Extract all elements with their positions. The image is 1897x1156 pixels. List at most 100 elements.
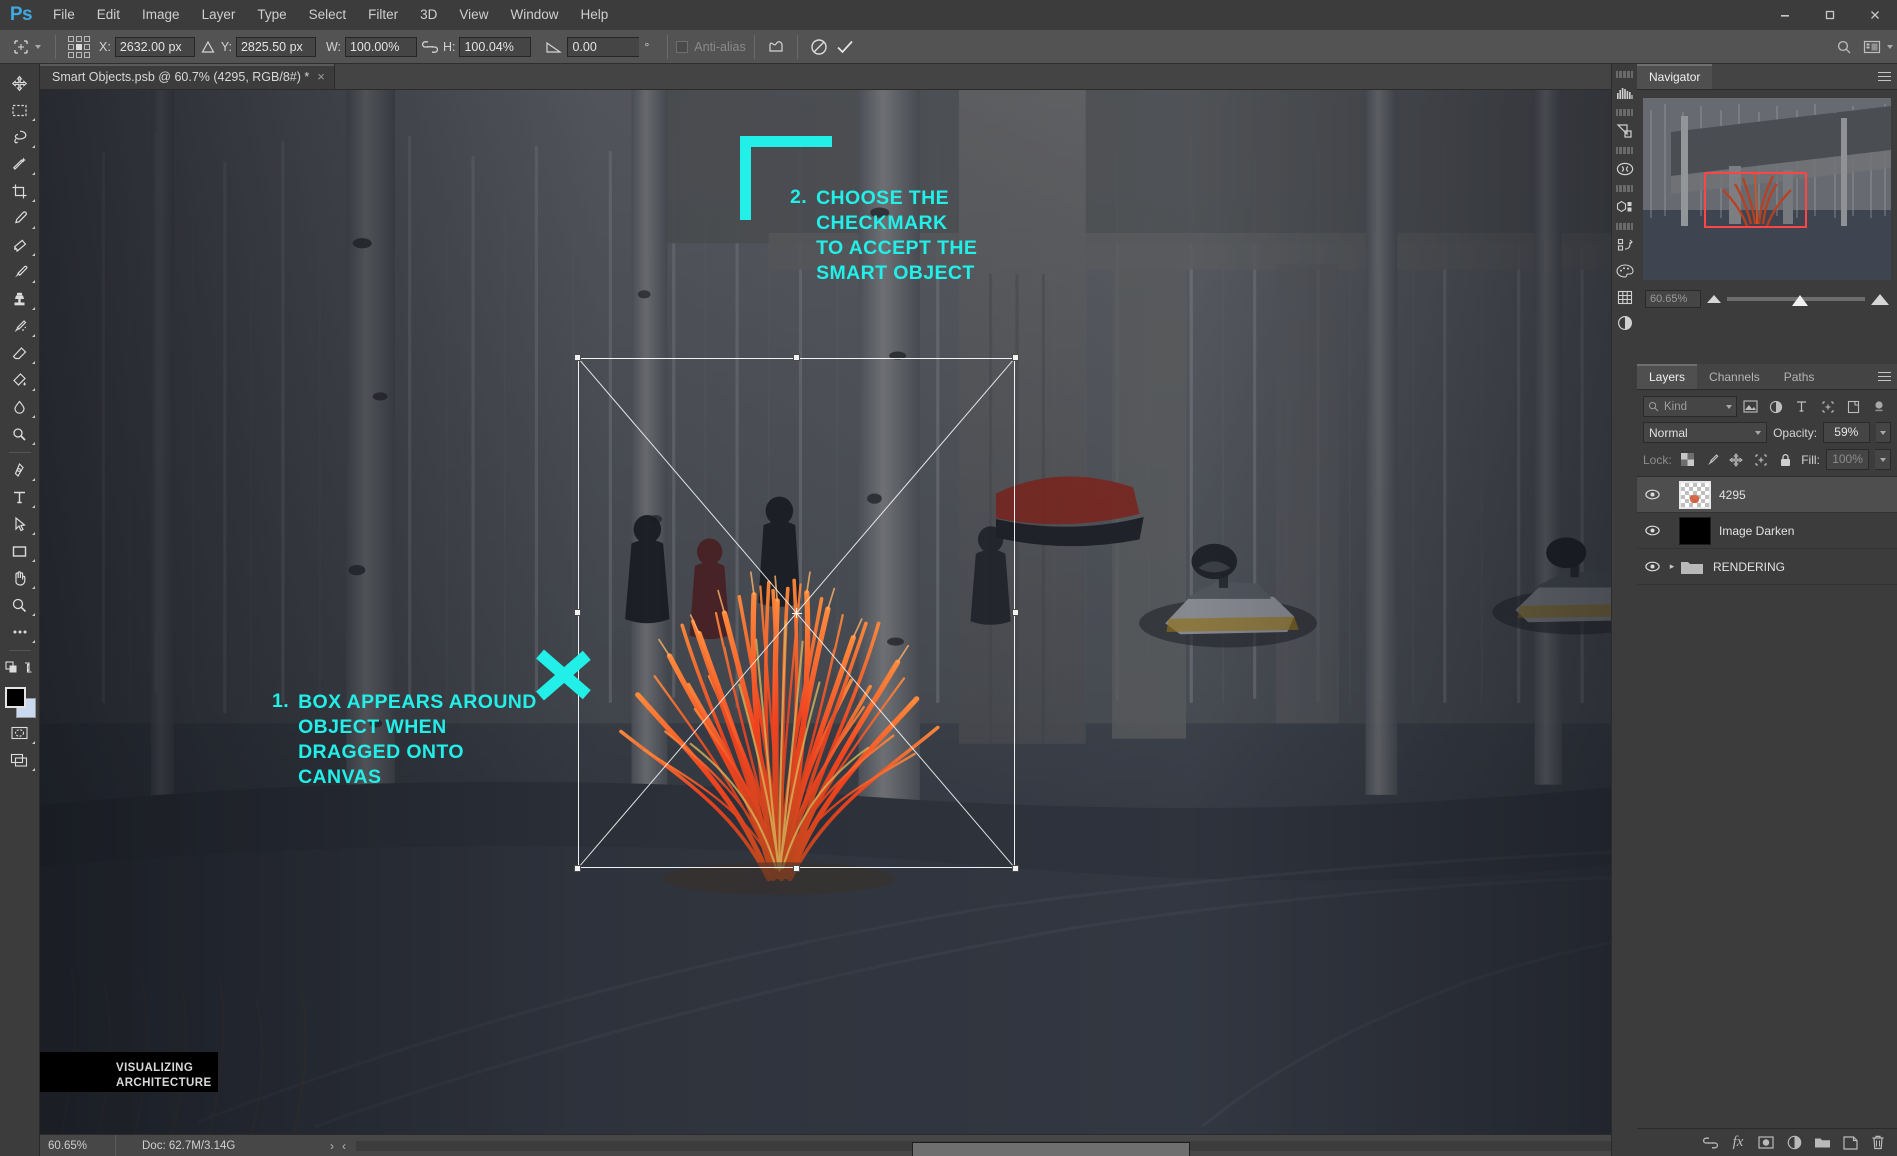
filter-toggle-icon[interactable]: [1867, 396, 1891, 417]
opacity-value[interactable]: 59%: [1823, 422, 1870, 443]
tool-spot-healing-brush[interactable]: [3, 232, 37, 258]
new-layer-icon[interactable]: [1837, 1130, 1863, 1156]
blend-mode-select[interactable]: Normal: [1643, 422, 1768, 443]
menu-select[interactable]: Select: [298, 0, 358, 30]
tool-clone-stamp[interactable]: [3, 286, 37, 312]
type-filter-icon[interactable]: [1790, 396, 1814, 417]
chevron-down-icon[interactable]: [1887, 44, 1893, 49]
3d-icon[interactable]: [1612, 194, 1638, 220]
angle-input[interactable]: [567, 36, 640, 57]
menu-image[interactable]: Image: [131, 0, 191, 30]
fill-stepper[interactable]: [1875, 449, 1891, 470]
table-row[interactable]: 4295: [1637, 477, 1897, 513]
layer-visibility-icon[interactable]: [1639, 513, 1665, 549]
cancel-transform-icon[interactable]: [806, 34, 832, 60]
ref-pt-tr[interactable]: [84, 35, 90, 42]
dock-grip[interactable]: [1615, 109, 1634, 116]
y-input[interactable]: [235, 36, 316, 57]
adjustment-filter-icon[interactable]: [1764, 396, 1788, 417]
menu-view[interactable]: View: [448, 0, 499, 30]
tab-paths[interactable]: Paths: [1772, 364, 1827, 389]
height-input[interactable]: [459, 36, 532, 57]
search-icon[interactable]: [1831, 34, 1857, 60]
navigator-view-box[interactable]: [1703, 171, 1807, 229]
layer-name[interactable]: 4295: [1719, 488, 1746, 502]
tool-eyedropper[interactable]: [3, 205, 37, 231]
expand-arrow-icon[interactable]: ›: [326, 1139, 338, 1153]
document-tab[interactable]: Smart Objects.psb @ 60.7% (4295, RGB/8#)…: [40, 64, 335, 89]
color-icon[interactable]: [1612, 258, 1638, 284]
workspace-switcher-icon[interactable]: [1859, 34, 1885, 60]
layer-group-folder-icon[interactable]: [1679, 553, 1705, 581]
menu-help[interactable]: Help: [569, 0, 619, 30]
document-canvas[interactable]: 1. BOX APPEARS AROUND OBJECT WHEN DRAGGE…: [40, 90, 1637, 1134]
fill-value[interactable]: 100%: [1825, 449, 1870, 470]
tool-crop[interactable]: [3, 178, 37, 204]
tab-navigator[interactable]: Navigator: [1637, 64, 1713, 89]
delete-layer-icon[interactable]: [1865, 1130, 1891, 1156]
ref-pt-br[interactable]: [84, 51, 90, 58]
tool-pen[interactable]: [3, 457, 37, 483]
table-row[interactable]: ▸ RENDERING: [1637, 549, 1897, 585]
menu-file[interactable]: File: [42, 0, 86, 30]
slider-knob[interactable]: [1791, 295, 1808, 306]
collapse-arrow-icon[interactable]: ‹: [338, 1139, 350, 1153]
ref-pt-bc[interactable]: [76, 51, 82, 58]
zoom-in-icon[interactable]: [1871, 293, 1889, 305]
tool-dodge[interactable]: [3, 421, 37, 447]
actions-icon[interactable]: [1612, 232, 1638, 258]
menu-type[interactable]: Type: [246, 0, 297, 30]
new-group-icon[interactable]: [1809, 1130, 1835, 1156]
status-zoom-level[interactable]: 60.65%: [40, 1135, 116, 1156]
minimize-icon[interactable]: [1762, 0, 1807, 30]
swatches-icon[interactable]: [1612, 284, 1638, 310]
menu-layer[interactable]: Layer: [191, 0, 247, 30]
dock-grip[interactable]: [1615, 71, 1634, 78]
ref-pt-tc[interactable]: [76, 35, 82, 42]
navigator-zoom-slider[interactable]: [1727, 291, 1865, 307]
layer-visibility-icon[interactable]: [1639, 549, 1665, 585]
quick-mask-icon[interactable]: [3, 720, 37, 746]
relative-position-icon[interactable]: [195, 34, 221, 60]
foreground-color-swatch[interactable]: [4, 687, 26, 708]
navigator-thumbnail[interactable]: [1643, 98, 1891, 280]
lock-image-icon[interactable]: [1702, 451, 1721, 469]
dock-grip[interactable]: [1615, 223, 1634, 230]
tool-type[interactable]: [3, 484, 37, 510]
navigator-zoom-field[interactable]: 60.65%: [1645, 290, 1701, 308]
ref-pt-mc[interactable]: [76, 43, 82, 50]
screen-mode-icon[interactable]: [3, 747, 37, 773]
reference-point-grid[interactable]: [68, 35, 90, 58]
antialias-checkbox[interactable]: Anti-alias: [676, 40, 746, 54]
layer-visibility-icon[interactable]: [1639, 477, 1665, 513]
panel-menu-icon[interactable]: [1871, 364, 1897, 389]
menu-3d[interactable]: 3D: [409, 0, 448, 30]
tool-edit-toolbar[interactable]: [3, 619, 37, 645]
tool-hand[interactable]: [3, 565, 37, 591]
default-colors-and-swap[interactable]: [3, 655, 37, 681]
layer-filter-kind-select[interactable]: Kind: [1643, 396, 1737, 417]
tool-path-selection[interactable]: [3, 511, 37, 537]
ref-pt-ml[interactable]: [68, 43, 74, 50]
adjustment-layer-icon[interactable]: [1781, 1130, 1807, 1156]
properties-icon[interactable]: [1612, 310, 1638, 336]
tool-brush[interactable]: [3, 259, 37, 285]
table-row[interactable]: Image Darken: [1637, 513, 1897, 549]
tool-move[interactable]: [3, 70, 37, 96]
adjustments-icon[interactable]: [1612, 118, 1638, 144]
layer-name[interactable]: RENDERING: [1713, 560, 1785, 574]
shape-filter-icon[interactable]: [1816, 396, 1840, 417]
zoom-out-icon[interactable]: [1707, 295, 1721, 303]
tool-blur[interactable]: [3, 394, 37, 420]
layer-thumbnail[interactable]: [1679, 516, 1711, 545]
menu-edit[interactable]: Edit: [86, 0, 131, 30]
warp-mode-icon[interactable]: [763, 34, 789, 60]
width-input[interactable]: [344, 36, 417, 57]
histogram-icon[interactable]: [1612, 80, 1638, 106]
menu-window[interactable]: Window: [499, 0, 569, 30]
scrollbar-thumb[interactable]: [911, 1141, 1190, 1156]
tab-channels[interactable]: Channels: [1697, 364, 1772, 389]
maximize-icon[interactable]: [1807, 0, 1852, 30]
layer-thumbnail[interactable]: [1679, 480, 1711, 509]
pixel-filter-icon[interactable]: [1739, 396, 1763, 417]
